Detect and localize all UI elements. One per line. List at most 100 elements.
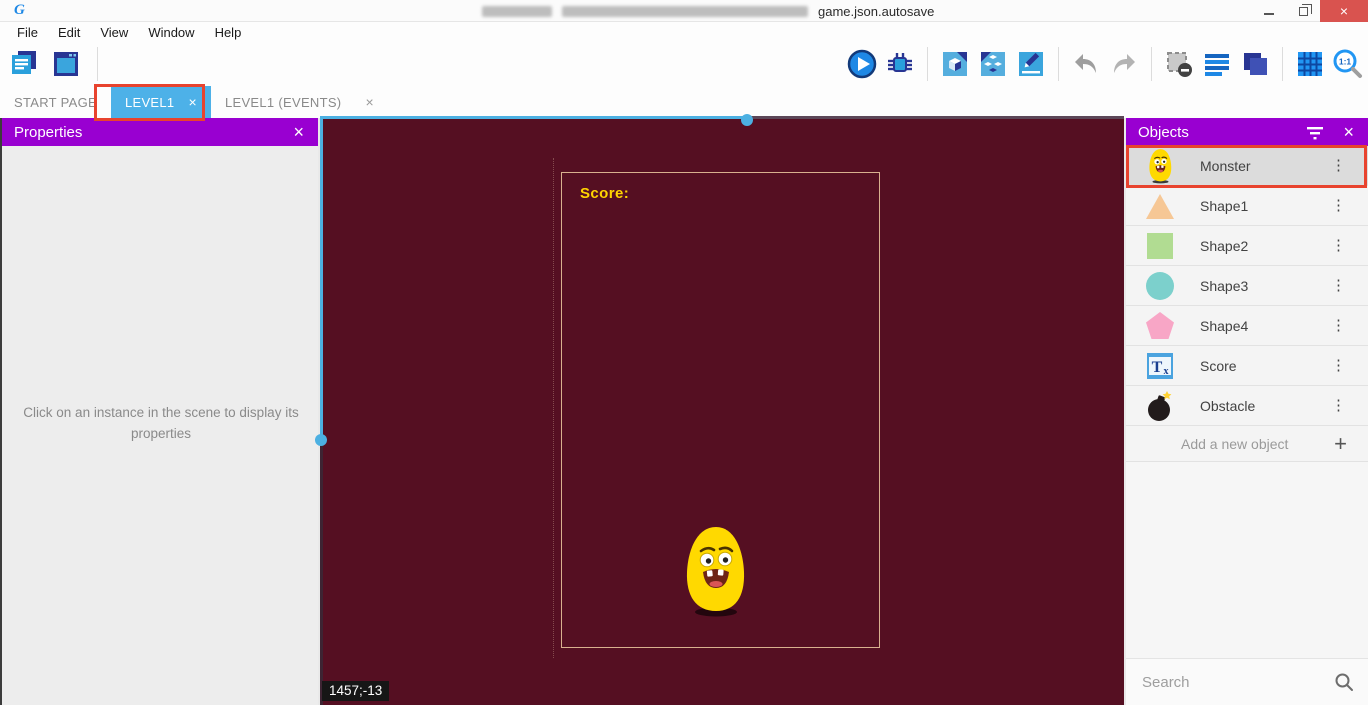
scene-guide-line: [553, 158, 554, 658]
object-menu-icon[interactable]: ⋮: [1331, 158, 1346, 173]
new-object-icon[interactable]: [939, 48, 971, 80]
edit-scene-icon[interactable]: [1015, 48, 1047, 80]
object-menu-icon[interactable]: ⋮: [1331, 398, 1346, 413]
menu-file[interactable]: File: [8, 23, 47, 42]
circle-icon: [1143, 268, 1177, 304]
instances-list-icon[interactable]: [1201, 48, 1233, 80]
object-label: Shape4: [1200, 318, 1331, 334]
zoom-1-1-icon[interactable]: 1:1: [1332, 48, 1364, 80]
object-menu-icon[interactable]: ⋮: [1331, 198, 1346, 213]
tab-bar: START PAGE LEVEL1 × LEVEL1 (EVENTS) ×: [0, 86, 1368, 118]
add-object-row[interactable]: Add a new object +: [1126, 426, 1368, 462]
object-row-shape3[interactable]: Shape3 ⋮: [1126, 266, 1368, 306]
bomb-icon: [1143, 388, 1177, 424]
minimize-button[interactable]: [1252, 0, 1286, 22]
gdevelop-logo-icon: G: [14, 2, 32, 20]
tab-level1-events[interactable]: LEVEL1 (EVENTS): [211, 86, 356, 118]
scene-window-icon[interactable]: [50, 48, 82, 80]
toolbar-separator: [927, 47, 928, 81]
scene-canvas[interactable]: Score: 1457;-13: [320, 118, 1124, 705]
tab-start-page[interactable]: START PAGE: [0, 86, 111, 118]
toolbar-separator: [1282, 47, 1283, 81]
restore-button[interactable]: [1286, 0, 1320, 22]
menu-window[interactable]: Window: [139, 23, 203, 42]
cursor-coordinates: 1457;-13: [322, 681, 389, 701]
objects-header: Objects ×: [1126, 118, 1368, 146]
toolbar-separator: [97, 47, 98, 81]
undo-icon[interactable]: [1070, 48, 1102, 80]
pentagon-icon: [1143, 308, 1177, 344]
triangle-icon: [1143, 188, 1177, 224]
svg-text:1:1: 1:1: [1339, 57, 1352, 67]
debug-icon[interactable]: [884, 48, 916, 80]
redacted-title-segment: [562, 6, 808, 17]
object-row-score[interactable]: T x Score ⋮: [1126, 346, 1368, 386]
window-title-text: game.json.autosave: [818, 4, 934, 19]
properties-header: Properties ×: [2, 118, 318, 146]
menu-view[interactable]: View: [91, 23, 137, 42]
plus-icon[interactable]: +: [1334, 431, 1347, 457]
object-menu-icon[interactable]: ⋮: [1331, 278, 1346, 293]
object-label: Score: [1200, 358, 1331, 374]
resize-handle-left[interactable]: [315, 434, 327, 446]
canvas-left-edge: [320, 436, 323, 705]
objects-search: [1126, 658, 1368, 705]
svg-text:x: x: [1164, 366, 1169, 377]
properties-title: Properties: [14, 124, 82, 141]
tab-level1-events-close-icon[interactable]: ×: [355, 86, 383, 118]
objects-groups-icon[interactable]: [977, 48, 1009, 80]
canvas-top-edge: [748, 116, 1124, 119]
object-menu-icon[interactable]: ⋮: [1331, 238, 1346, 253]
menu-edit[interactable]: Edit: [49, 23, 89, 42]
scene-window-left-edge[interactable]: [320, 118, 323, 436]
search-icon[interactable]: [1334, 672, 1354, 692]
search-input[interactable]: [1142, 674, 1334, 691]
monster-thumbnail-icon: [1143, 148, 1177, 184]
toolbar-separator: [1058, 47, 1059, 81]
object-label: Shape3: [1200, 278, 1331, 294]
toolbar-separator: [1151, 47, 1152, 81]
layers-icon[interactable]: [1239, 48, 1271, 80]
menu-help[interactable]: Help: [206, 23, 251, 42]
preview-play-icon[interactable]: [846, 48, 878, 80]
add-object-label: Add a new object: [1181, 436, 1334, 452]
redacted-title-segment: [482, 6, 552, 17]
clear-selection-icon[interactable]: [1163, 48, 1195, 80]
score-text-object[interactable]: Score:: [580, 185, 629, 202]
svg-text:T: T: [1152, 359, 1163, 376]
properties-close-icon[interactable]: ×: [291, 123, 306, 141]
object-label: Shape2: [1200, 238, 1331, 254]
object-row-shape4[interactable]: Shape4 ⋮: [1126, 306, 1368, 346]
object-menu-icon[interactable]: ⋮: [1331, 358, 1346, 373]
object-row-shape2[interactable]: Shape2 ⋮: [1126, 226, 1368, 266]
tab-level1-close-icon[interactable]: ×: [188, 94, 196, 110]
window-title: game.json.autosave: [482, 4, 934, 19]
restore-icon: [1299, 7, 1308, 16]
objects-panel: Objects × Monst: [1126, 118, 1368, 705]
properties-hint-text: Click on an instance in the scene to dis…: [21, 403, 301, 445]
menu-bar: File Edit View Window Help: [0, 22, 1368, 42]
window-controls: ×: [1252, 0, 1368, 22]
object-menu-icon[interactable]: ⋮: [1331, 318, 1346, 333]
scene-window-top-edge[interactable]: [320, 116, 748, 119]
toolbar: 1:1: [0, 42, 1368, 86]
close-button[interactable]: ×: [1320, 0, 1368, 22]
filter-icon[interactable]: [1305, 124, 1325, 140]
resize-handle-top[interactable]: [741, 114, 753, 126]
objects-close-icon[interactable]: ×: [1341, 123, 1356, 141]
grid-icon[interactable]: [1294, 48, 1326, 80]
object-label: Shape1: [1200, 198, 1331, 214]
objects-title: Objects: [1138, 124, 1189, 141]
tab-level1-label: LEVEL1: [125, 95, 175, 110]
minimize-icon: [1264, 13, 1274, 15]
properties-panel: Properties × Click on an instance in the…: [0, 118, 318, 705]
project-manager-icon[interactable]: [8, 48, 40, 80]
square-icon: [1143, 228, 1177, 264]
title-bar: G game.json.autosave ×: [0, 0, 1368, 22]
redo-icon[interactable]: [1108, 48, 1140, 80]
object-row-obstacle[interactable]: Obstacle ⋮: [1126, 386, 1368, 426]
object-row-monster[interactable]: Monster ⋮: [1126, 146, 1368, 186]
monster-instance[interactable]: [681, 524, 751, 623]
tab-level1[interactable]: LEVEL1 ×: [111, 86, 211, 118]
object-row-shape1[interactable]: Shape1 ⋮: [1126, 186, 1368, 226]
